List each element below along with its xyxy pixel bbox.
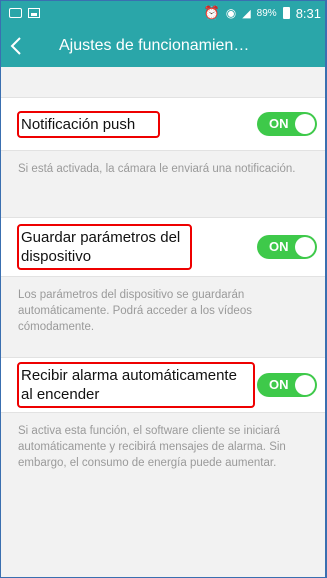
wifi-icon: ◉ [225, 6, 237, 20]
app-screen: ⏰ ◉ ◢ 89% 8:31 Ajustes de funcionamien… … [0, 0, 327, 578]
page-title: Ajustes de funcionamien… [59, 37, 250, 54]
toggle-auto-alarm-state: ON [269, 377, 289, 392]
setting-row-save-params: Guardar parámetros del dispositivo ON [1, 217, 325, 277]
toggle-push[interactable]: ON [257, 112, 317, 136]
setting-desc-save-params: Los parámetros del dispositivo se guarda… [18, 289, 252, 333]
toggle-knob [295, 114, 315, 134]
settings-list: Notificación push ON Si está activada, l… [1, 67, 325, 471]
setting-label-auto-alarm: Recibir alarma automáticamente al encend… [17, 362, 255, 408]
setting-row-push: Notificación push ON [1, 97, 325, 151]
status-left [9, 8, 40, 18]
toggle-save-params[interactable]: ON [257, 235, 317, 259]
status-right: ⏰ ◉ ◢ 89% 8:31 [204, 5, 321, 21]
toggle-auto-alarm[interactable]: ON [257, 373, 317, 397]
signal-icon: ◢ [242, 7, 251, 20]
title-bar: Ajustes de funcionamien… [1, 25, 325, 67]
toggle-knob [295, 237, 315, 257]
back-button[interactable] [1, 25, 31, 67]
toggle-knob [295, 375, 315, 395]
toggle-push-state: ON [269, 116, 289, 131]
gallery-icon [28, 8, 40, 18]
setting-desc-auto-alarm: Si activa esta función, el software clie… [18, 425, 286, 469]
setting-desc-push: Si está activada, la cámara le enviará u… [18, 163, 296, 175]
clock: 8:31 [295, 5, 321, 21]
battery-icon [282, 7, 290, 19]
setting-label-save-params: Guardar parámetros del dispositivo [17, 224, 192, 270]
chevron-left-icon [10, 37, 21, 55]
setting-row-auto-alarm: Recibir alarma automáticamente al encend… [1, 357, 325, 413]
setting-label-push: Notificación push [17, 110, 160, 138]
toggle-save-params-state: ON [269, 239, 289, 254]
status-bar: ⏰ ◉ ◢ 89% 8:31 [1, 1, 325, 25]
battery-percent: 89% [256, 7, 277, 19]
alarm-icon: ⏰ [203, 5, 220, 20]
notification-icon [9, 8, 22, 18]
